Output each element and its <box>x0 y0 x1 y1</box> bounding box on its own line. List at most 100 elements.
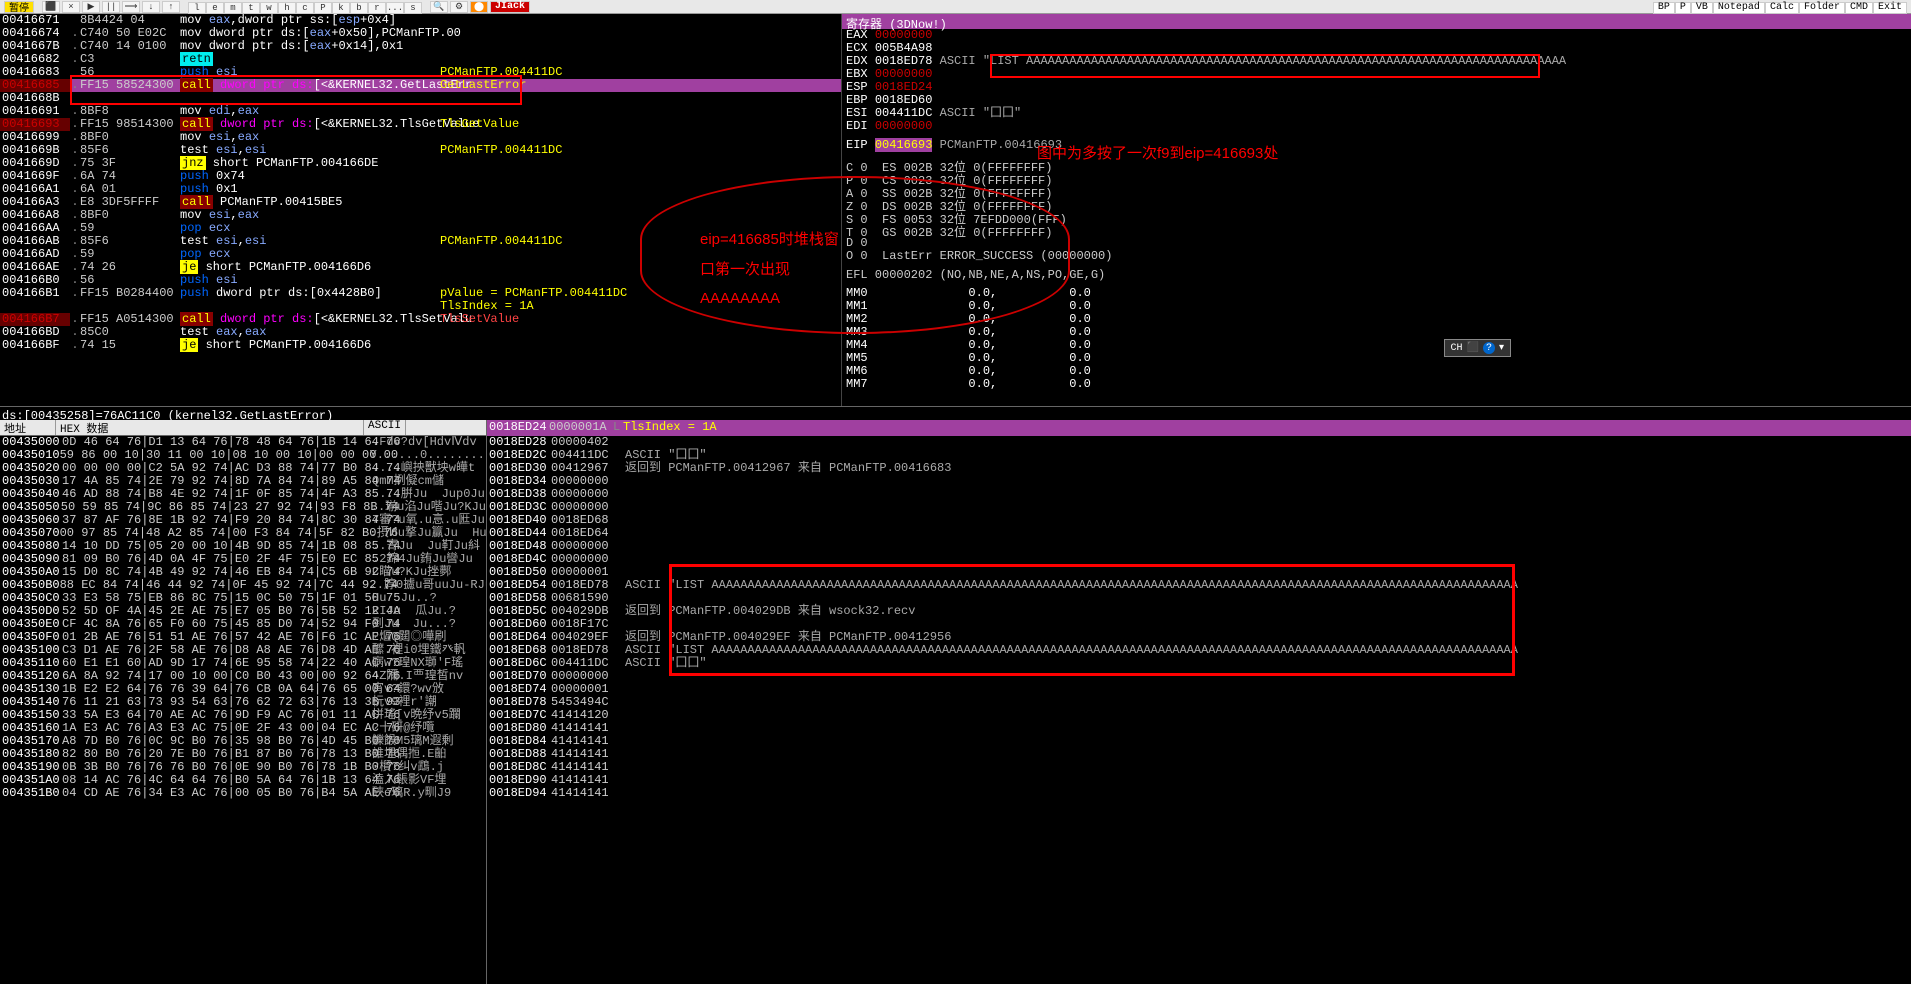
toolbar-ext[interactable]: VB <box>1691 2 1713 14</box>
toolbar-letter[interactable]: l <box>188 2 206 14</box>
efl-row: EFL 00000202 (NO,NB,NE,A,NS,PO,GE,G) <box>842 268 1911 281</box>
stack-row[interactable]: 0018ED8041414141 <box>487 722 1911 735</box>
toolbar-icon[interactable]: 🔍 <box>430 1 448 13</box>
stack-row[interactable]: 0018ED4800000000 <box>487 540 1911 553</box>
mm-row: MM7 0.0, 0.0 <box>842 378 1911 391</box>
toolbar-icon[interactable]: || <box>102 1 120 13</box>
stack-row[interactable]: 0018ED3400000000 <box>487 475 1911 488</box>
toolbar-letter[interactable]: k <box>332 2 350 14</box>
toolbar-letter[interactable]: t <box>242 2 260 14</box>
stack-row[interactable]: 0018ED3C00000000 <box>487 501 1911 514</box>
stack-row[interactable]: 0018ED400018ED68 <box>487 514 1911 527</box>
info-line: ds:[00435258]=76AC11C0 (kernel32.GetLast… <box>0 406 1911 420</box>
disasm-row[interactable]: 00416685.FF15 58524300call dword ptr ds:… <box>0 79 841 92</box>
toolbar-icon[interactable]: ↓ <box>142 1 160 13</box>
toolbar-ext[interactable]: Exit <box>1873 2 1907 14</box>
disasm-row[interactable]: 004166BD.85C0test eax,eax <box>0 326 841 339</box>
stack-row[interactable]: 0018ED8C41414141 <box>487 761 1911 774</box>
disasm-row[interactable]: 004166AA.59pop ecx <box>0 222 841 235</box>
toolbar-icon[interactable]: ⬤ <box>470 1 488 13</box>
toolbar-ext[interactable]: Calc <box>1765 2 1799 14</box>
stack-row[interactable]: 0018ED9041414141 <box>487 774 1911 787</box>
disasm-row[interactable]: 0041667B.C740 14 0100mov dword ptr ds:[e… <box>0 40 841 53</box>
toolbar-ext[interactable]: Notepad <box>1713 2 1765 14</box>
register-row[interactable]: EDX 0018ED78 ASCII "LIST AAAAAAAAAAAAAAA… <box>842 55 1911 68</box>
toolbar-icon[interactable]: ▶ <box>82 1 100 13</box>
stack-row[interactable]: 0018ED3800000000 <box>487 488 1911 501</box>
flag-row: Z 0 DS 002B 32位 0(FFFFFFFF) <box>842 197 1911 210</box>
cpu-tooltip: CH ⬛ ? ▾ <box>1444 339 1512 357</box>
dropdown-icon[interactable]: ▾ <box>1499 342 1504 354</box>
register-row[interactable]: EBX 00000000 <box>842 68 1911 81</box>
help-icon[interactable]: ? <box>1483 342 1495 354</box>
disasm-row[interactable]: 00416682.C3retn <box>0 53 841 66</box>
toolbar-letter[interactable]: b <box>350 2 368 14</box>
registers-pane[interactable]: 寄存器 (3DNow!) EAX 00000000ECX 005B4A98EDX… <box>842 14 1911 406</box>
register-row[interactable]: EDI 00000000 <box>842 120 1911 133</box>
disasm-row[interactable]: 004166B1.FF15 B0284400push dword ptr ds:… <box>0 287 841 300</box>
stack-row[interactable]: 0018ED8441414141 <box>487 735 1911 748</box>
flag-row: P 0 CS 0023 32位 0(FFFFFFFF) <box>842 171 1911 184</box>
disasm-row[interactable]: 004166AE.74 26je short PCManFTP.004166D6 <box>0 261 841 274</box>
disassembly-pane[interactable]: 004166718B4424 04mov eax,dword ptr ss:[e… <box>0 14 842 406</box>
memory-dump-pane[interactable]: 地址 HEX 数据 ASCII 004350000D 46 64 76|D1 1… <box>0 420 487 984</box>
toolbar-letter[interactable]: m <box>224 2 242 14</box>
stack-row[interactable]: 0018ED7C41414120 <box>487 709 1911 722</box>
toolbar-ext[interactable]: CMD <box>1845 2 1873 14</box>
dump-header: 地址 HEX 数据 ASCII <box>0 420 486 436</box>
disasm-row[interactable]: 004166B7.FF15 A0514300call dword ptr ds:… <box>0 313 841 326</box>
disasm-row[interactable]: 0041669B.85F6test esi,esiPCManFTP.004411… <box>0 144 841 157</box>
stack-row[interactable]: 0018ED785453494C <box>487 696 1911 709</box>
disasm-row[interactable]: 004166BF.74 15je short PCManFTP.004166D6 <box>0 339 841 352</box>
disasm-row[interactable]: 0041668B <box>0 92 841 105</box>
disasm-row[interactable]: 0041669F.6A 74push 0x74 <box>0 170 841 183</box>
main-split: 004166718B4424 04mov eax,dword ptr ss:[e… <box>0 14 1911 406</box>
disasm-row[interactable]: 00416693.FF15 98514300call dword ptr ds:… <box>0 118 841 131</box>
pause-button[interactable]: 暂停 <box>4 1 34 13</box>
register-row[interactable]: ESP 0018ED24 <box>842 81 1911 94</box>
stack-row[interactable]: 0018ED9441414141 <box>487 787 1911 800</box>
flag-row: A 0 SS 002B 32位 0(FFFFFFFF) <box>842 184 1911 197</box>
stack-pane[interactable]: 0018ED24 0000001A L TlsIndex = 1A 0018ED… <box>487 420 1911 984</box>
disasm-row[interactable]: 004166AD.59pop ecx <box>0 248 841 261</box>
hijack-label[interactable]: JIack <box>490 1 530 13</box>
disasm-row[interactable]: 00416699.8BF0mov esi,eax <box>0 131 841 144</box>
toolbar-ext[interactable]: BP <box>1653 2 1675 14</box>
toolbar-icon[interactable]: ⟶ <box>122 1 140 13</box>
toolbar-ext[interactable]: P <box>1675 2 1691 14</box>
flag-row: C 0 ES 002B 32位 0(FFFFFFFF) <box>842 158 1911 171</box>
toolbar-letter[interactable]: ... <box>386 2 404 14</box>
stack-header: 0018ED24 0000001A L TlsIndex = 1A <box>487 420 1911 436</box>
stack-row[interactable]: 0018ED8841414141 <box>487 748 1911 761</box>
stack-row[interactable]: 0018ED7000000000 <box>487 670 1911 683</box>
toolbar-letter[interactable]: s <box>404 2 422 14</box>
toolbar-icon[interactable]: ⬛ <box>42 1 60 13</box>
stack-row[interactable]: 0018ED5C004029DB 返回到 PCManFTP.004029DB 来… <box>487 605 1911 618</box>
stack-row[interactable]: 0018ED3000412967 返回到 PCManFTP.00412967 来… <box>487 462 1911 475</box>
toolbar-letter[interactable]: r <box>368 2 386 14</box>
disasm-row[interactable]: 004166A8.8BF0mov esi,eax <box>0 209 841 222</box>
toolbar-letter[interactable]: w <box>260 2 278 14</box>
stack-row[interactable]: 0018ED7400000001 <box>487 683 1911 696</box>
stack-row[interactable]: 0018ED440018ED64 <box>487 527 1911 540</box>
toolbar-letter[interactable]: c <box>296 2 314 14</box>
stack-row[interactable]: 0018ED540018ED78 ASCII "LIST AAAAAAAAAAA… <box>487 579 1911 592</box>
disasm-row[interactable]: 004166AB.85F6test esi,esiPCManFTP.004411… <box>0 235 841 248</box>
stack-row[interactable]: 0018ED4C00000000 <box>487 553 1911 566</box>
toolbar-letter[interactable]: P <box>314 2 332 14</box>
dump-row[interactable]: 004351B004 CD AE 76|34 E3 AC 76|00 05 B0… <box>0 787 486 800</box>
flag-row: S 0 FS 0053 32位 7EFDD000(FFF) <box>842 210 1911 223</box>
disasm-row[interactable]: 0041669D.75 3Fjnz short PCManFTP.004166D… <box>0 157 841 170</box>
toolbar-icon[interactable]: ⚙ <box>450 1 468 13</box>
bottom-split: 地址 HEX 数据 ASCII 004350000D 46 64 76|D1 1… <box>0 420 1911 984</box>
toolbar-ext[interactable]: Folder <box>1799 2 1845 14</box>
register-row[interactable]: ESI 004411DC ASCII "囗囗" <box>842 107 1911 120</box>
toolbar-icon[interactable]: × <box>62 1 80 13</box>
toolbar-letter[interactable]: h <box>278 2 296 14</box>
toolbar-letter[interactable]: e <box>206 2 224 14</box>
register-row[interactable]: EAX 00000000 <box>842 29 1911 42</box>
toolbar-icon[interactable]: ↑ <box>162 1 180 13</box>
stack-row[interactable]: 0018ED6C004411DC ASCII "囗囗" <box>487 657 1911 670</box>
flag-row: T 0 GS 002B 32位 0(FFFFFFFF) <box>842 223 1911 236</box>
disasm-row[interactable]: 004166A3.E8 3DF5FFFFcall PCManFTP.00415B… <box>0 196 841 209</box>
